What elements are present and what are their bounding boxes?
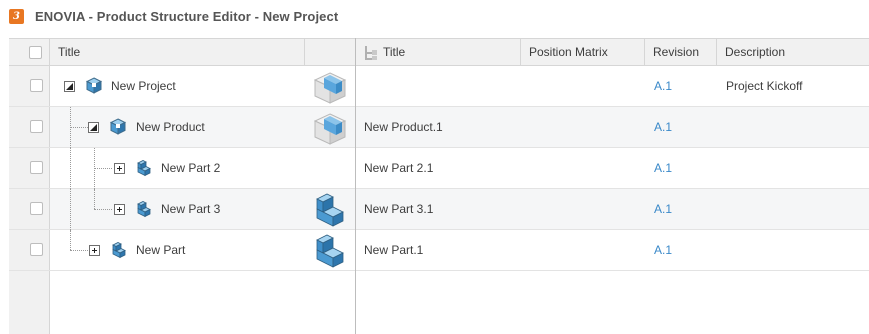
header-instance-title[interactable]: Title: [356, 39, 521, 66]
header-thumbnail[interactable]: [305, 39, 356, 66]
header-revision[interactable]: Revision: [645, 39, 717, 66]
product-icon: [85, 77, 103, 94]
part-icon: [112, 242, 126, 259]
revision-link[interactable]: A.1: [654, 79, 672, 93]
revision-link[interactable]: A.1: [654, 161, 672, 175]
select-all-cell: [9, 39, 50, 66]
row-checkbox[interactable]: [30, 120, 43, 133]
revision-link[interactable]: A.1: [654, 120, 672, 134]
row-title: New Part: [136, 243, 186, 257]
product-thumbnail: [313, 113, 347, 145]
row-checkbox[interactable]: [30, 161, 43, 174]
tree-panel-divider[interactable]: [355, 38, 356, 334]
window-titlebar: 3 ENOVIA - Product Structure Editor - Ne…: [0, 0, 869, 38]
table-row[interactable]: New Project A.1 Project Kickoff: [9, 66, 869, 107]
select-all-checkbox[interactable]: [29, 46, 42, 59]
product-icon: [109, 118, 127, 135]
row-title: New Product: [136, 120, 205, 134]
instance-title-cell: New Part.1: [364, 243, 424, 257]
expand-toggle-icon[interactable]: [89, 245, 100, 256]
table-row[interactable]: New Part New Part.1 A.1: [9, 230, 869, 271]
description-cell: Project Kickoff: [726, 79, 803, 93]
expand-toggle-icon[interactable]: [114, 163, 125, 174]
part-icon: [137, 201, 151, 218]
row-checkbox[interactable]: [30, 243, 43, 256]
instance-title-cell: New Part 3.1: [364, 202, 434, 216]
revision-link[interactable]: A.1: [654, 243, 672, 257]
header-description[interactable]: Description: [717, 39, 869, 66]
table-row[interactable]: New Part 2 New Part 2.1 A.1: [9, 148, 869, 189]
row-title: New Project: [111, 79, 176, 93]
window-title: ENOVIA - Product Structure Editor - New …: [35, 9, 339, 24]
app-logo-icon: 3: [9, 9, 24, 24]
header-instance-title-label: Title: [383, 45, 406, 59]
collapse-toggle-icon[interactable]: [88, 122, 99, 133]
header-position-matrix[interactable]: Position Matrix: [521, 39, 645, 66]
expand-toggle-icon[interactable]: [114, 204, 125, 215]
row-title: New Part 3: [161, 202, 221, 216]
grid-header: Title Title Position Matrix Revision Des…: [9, 38, 869, 66]
row-checkbox[interactable]: [30, 79, 43, 92]
row-checkbox[interactable]: [30, 202, 43, 215]
structure-grid: Title Title Position Matrix Revision Des…: [9, 38, 869, 334]
instance-tree-icon: [365, 46, 377, 60]
part-thumbnail: [316, 193, 344, 227]
part-icon: [137, 160, 151, 177]
row-title: New Part 2: [161, 161, 221, 175]
header-title[interactable]: Title: [50, 39, 305, 66]
collapse-toggle-icon[interactable]: [64, 81, 75, 92]
part-thumbnail: [316, 234, 344, 268]
product-thumbnail: [313, 72, 347, 104]
instance-title-cell: New Product.1: [364, 120, 443, 134]
instance-title-cell: New Part 2.1: [364, 161, 434, 175]
revision-link[interactable]: A.1: [654, 202, 672, 216]
table-row[interactable]: New Product New Product.1 A.1: [9, 107, 869, 148]
table-row[interactable]: New Part 3 New Part 3.1 A.1: [9, 189, 869, 230]
